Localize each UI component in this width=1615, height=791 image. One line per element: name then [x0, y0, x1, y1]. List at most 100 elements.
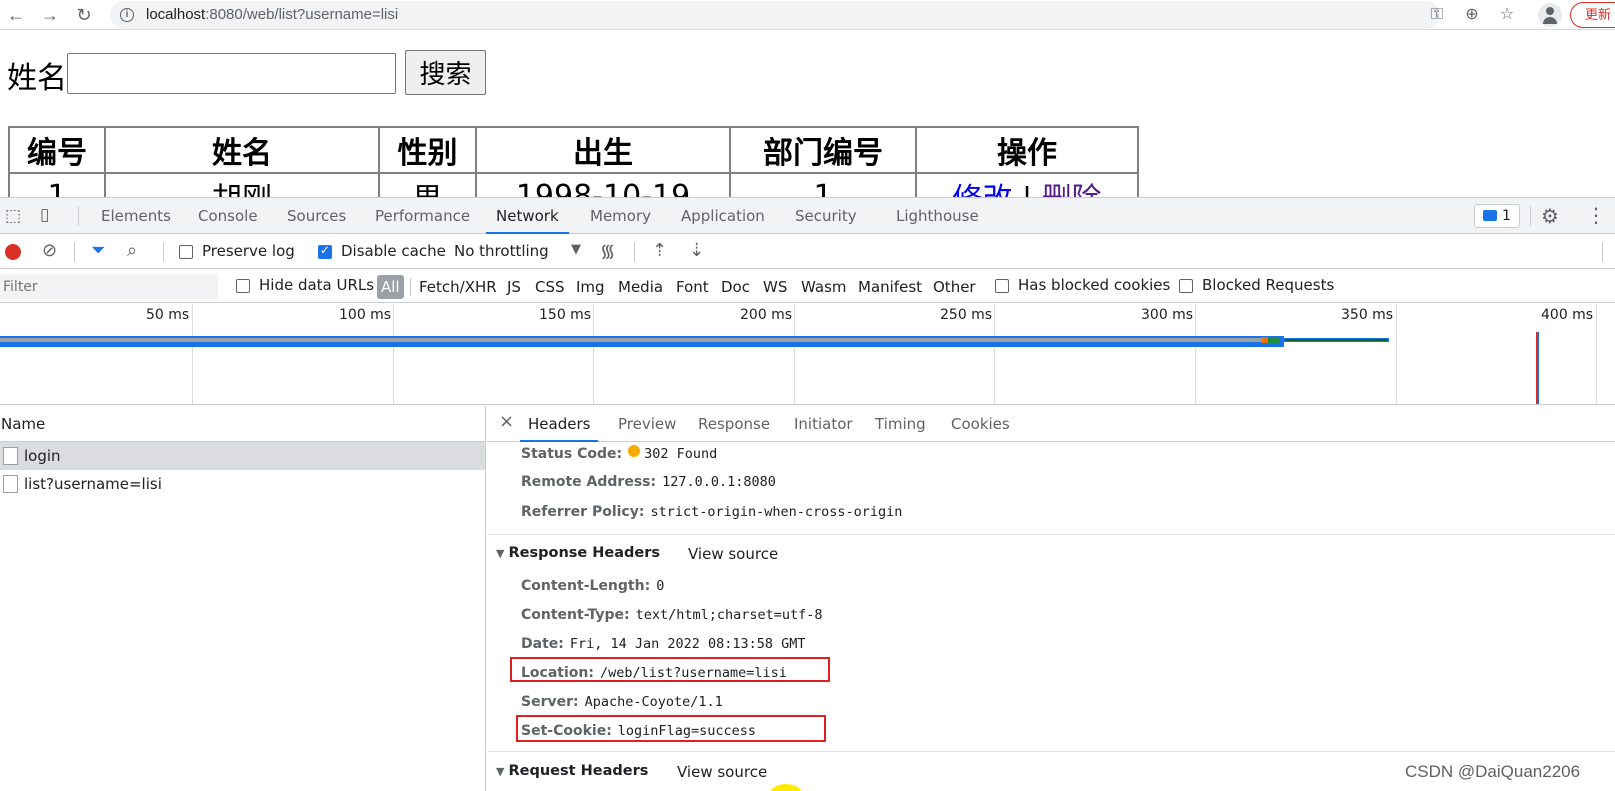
- filter-input[interactable]: [0, 274, 218, 299]
- tick-label: 350 ms: [1341, 307, 1394, 323]
- watermark: CSDN @DaiQuan2206: [1405, 762, 1581, 781]
- tab-timing[interactable]: Timing: [875, 406, 926, 442]
- preserve-log-label: Preserve log: [202, 242, 295, 260]
- search-icon[interactable]: ⌕: [127, 240, 137, 261]
- col-header: 编号: [8, 126, 106, 174]
- edit-link[interactable]: 修改: [952, 182, 1012, 197]
- table-row: 1 胡刚 男 1998-10-19 1 修改 | 删除: [8, 172, 1139, 197]
- tab-network[interactable]: Network: [486, 198, 569, 234]
- forward-arrow-icon[interactable]: →: [38, 3, 62, 27]
- gear-icon[interactable]: ⚙: [1541, 204, 1559, 228]
- chevron-down-icon[interactable]: ▼: [571, 242, 581, 257]
- key-icon[interactable]: ⚿: [1426, 4, 1448, 26]
- tab-response[interactable]: Response: [698, 406, 770, 442]
- has-blocked-cookies-label: Has blocked cookies: [1018, 276, 1171, 294]
- tick-label: 250 ms: [940, 307, 993, 323]
- type-filter-img[interactable]: Img: [576, 275, 605, 299]
- filter-funnel-icon[interactable]: ⏷: [91, 240, 105, 261]
- status-dot-icon: [628, 445, 641, 457]
- inspect-element-icon[interactable]: ⬚: [5, 206, 21, 226]
- address-bar[interactable]: i localhost:8080/web/list?username=lisi: [110, 1, 1440, 29]
- delete-link[interactable]: 删除: [1042, 182, 1102, 197]
- dom-content-line: [1538, 332, 1539, 404]
- waterfall-bar-list: [1284, 338, 1389, 342]
- hide-data-urls-checkbox[interactable]: [236, 279, 250, 293]
- close-icon[interactable]: ×: [499, 411, 514, 432]
- preserve-log-checkbox[interactable]: [179, 245, 193, 259]
- triangle-down-icon: ▼: [496, 547, 505, 560]
- name-column-header[interactable]: Name: [0, 406, 485, 442]
- bookmark-star-icon[interactable]: ☆: [1496, 4, 1518, 26]
- export-har-icon[interactable]: ⇣: [689, 240, 704, 261]
- network-conditions-icon[interactable]: ᯾: [600, 239, 615, 263]
- type-filter-doc[interactable]: Doc: [721, 275, 750, 299]
- document-icon: [3, 475, 18, 493]
- has-blocked-cookies-checkbox[interactable]: [995, 279, 1009, 293]
- type-filter-js[interactable]: JS: [507, 275, 521, 299]
- tab-application[interactable]: Application: [681, 198, 765, 234]
- disable-cache-checkbox[interactable]: [318, 243, 332, 259]
- header-referrer-policy: Referrer Policy: strict-origin-when-cross…: [521, 504, 903, 520]
- url-text[interactable]: localhost:8080/web/list?username=lisi: [146, 6, 398, 23]
- header-remote-address: Remote Address: 127.0.0.1:8080: [521, 474, 776, 490]
- timeline-overview[interactable]: 50 ms 100 ms 150 ms 200 ms 250 ms 300 ms…: [0, 304, 1615, 405]
- request-headers-toggle[interactable]: ▼ Request Headers: [496, 763, 648, 779]
- tab-elements[interactable]: Elements: [101, 198, 171, 234]
- col-header: 操作: [915, 126, 1139, 174]
- reload-icon[interactable]: ↻: [72, 3, 96, 27]
- profile-avatar[interactable]: [1538, 3, 1562, 27]
- site-info-icon[interactable]: i: [120, 8, 134, 22]
- type-filter-other[interactable]: Other: [933, 275, 976, 299]
- tab-sources[interactable]: Sources: [287, 198, 346, 234]
- cell-name: 胡刚: [104, 172, 380, 197]
- tab-initiator[interactable]: Initiator: [794, 406, 853, 442]
- search-button[interactable]: 搜索: [405, 50, 486, 95]
- tab-memory[interactable]: Memory: [590, 198, 651, 234]
- kebab-menu-icon[interactable]: ⋮: [1586, 203, 1606, 227]
- messages-badge[interactable]: 1: [1474, 204, 1520, 228]
- type-filter-font[interactable]: Font: [676, 275, 709, 299]
- type-filter-all[interactable]: All: [377, 275, 404, 299]
- tab-cookies[interactable]: Cookies: [951, 406, 1010, 442]
- blocked-requests-checkbox[interactable]: [1179, 279, 1193, 293]
- tab-lighthouse[interactable]: Lighthouse: [896, 198, 979, 234]
- zoom-icon[interactable]: ⊕: [1461, 4, 1483, 26]
- response-view-source-link[interactable]: View source: [688, 545, 778, 563]
- type-filter-ws[interactable]: WS: [763, 275, 787, 299]
- tab-console[interactable]: Console: [198, 198, 258, 234]
- table-header-row: 编号 姓名 性别 出生 部门编号 操作: [8, 126, 1139, 174]
- import-har-icon[interactable]: ⇡: [652, 240, 667, 261]
- col-header: 出生: [475, 126, 731, 174]
- request-row-list[interactable]: list?username=lisi: [0, 470, 485, 498]
- throttling-select[interactable]: No throttling: [454, 242, 549, 260]
- tab-headers[interactable]: Headers: [520, 406, 599, 442]
- request-view-source-link[interactable]: View source: [677, 763, 767, 781]
- record-icon[interactable]: [5, 244, 21, 260]
- header-server: Server: Apache-Coyote/1.1: [521, 694, 723, 710]
- network-filter-bar: Hide data URLs All Fetch/XHR JS CSS Img …: [0, 270, 1615, 303]
- triangle-down-icon: ▼: [496, 765, 505, 778]
- update-button[interactable]: 更新: [1570, 2, 1615, 28]
- header-status-code: Status Code: 302 Found: [521, 445, 718, 462]
- hide-data-urls-label: Hide data URLs: [259, 276, 375, 294]
- disable-cache-label: Disable cache: [341, 242, 446, 260]
- type-filter-wasm[interactable]: Wasm: [801, 275, 847, 299]
- employee-table: 编号 姓名 性别 出生 部门编号 操作 1 胡刚 男 1998-10-19 1 …: [8, 126, 1139, 197]
- clear-icon[interactable]: ⊘: [42, 240, 57, 261]
- type-filter-media[interactable]: Media: [618, 275, 663, 299]
- tick-label: 50 ms: [146, 307, 190, 323]
- request-row-login[interactable]: login: [0, 442, 485, 470]
- type-filter-css[interactable]: CSS: [535, 275, 565, 299]
- type-filter-manifest[interactable]: Manifest: [858, 275, 922, 299]
- network-toolbar: ⊘ ⏷ ⌕ Preserve log Disable cache No thro…: [0, 235, 1615, 269]
- back-arrow-icon[interactable]: ←: [4, 3, 28, 27]
- tab-performance[interactable]: Performance: [375, 198, 470, 234]
- name-search-input[interactable]: [67, 53, 396, 94]
- device-toolbar-icon[interactable]: ▯: [40, 205, 49, 225]
- tab-preview[interactable]: Preview: [618, 406, 676, 442]
- tick-label: 300 ms: [1141, 307, 1194, 323]
- message-icon: [1483, 210, 1497, 221]
- type-filter-fetch-xhr[interactable]: Fetch/XHR: [419, 275, 497, 299]
- tab-security[interactable]: Security: [795, 198, 857, 234]
- response-headers-toggle[interactable]: ▼ Response Headers: [496, 545, 660, 561]
